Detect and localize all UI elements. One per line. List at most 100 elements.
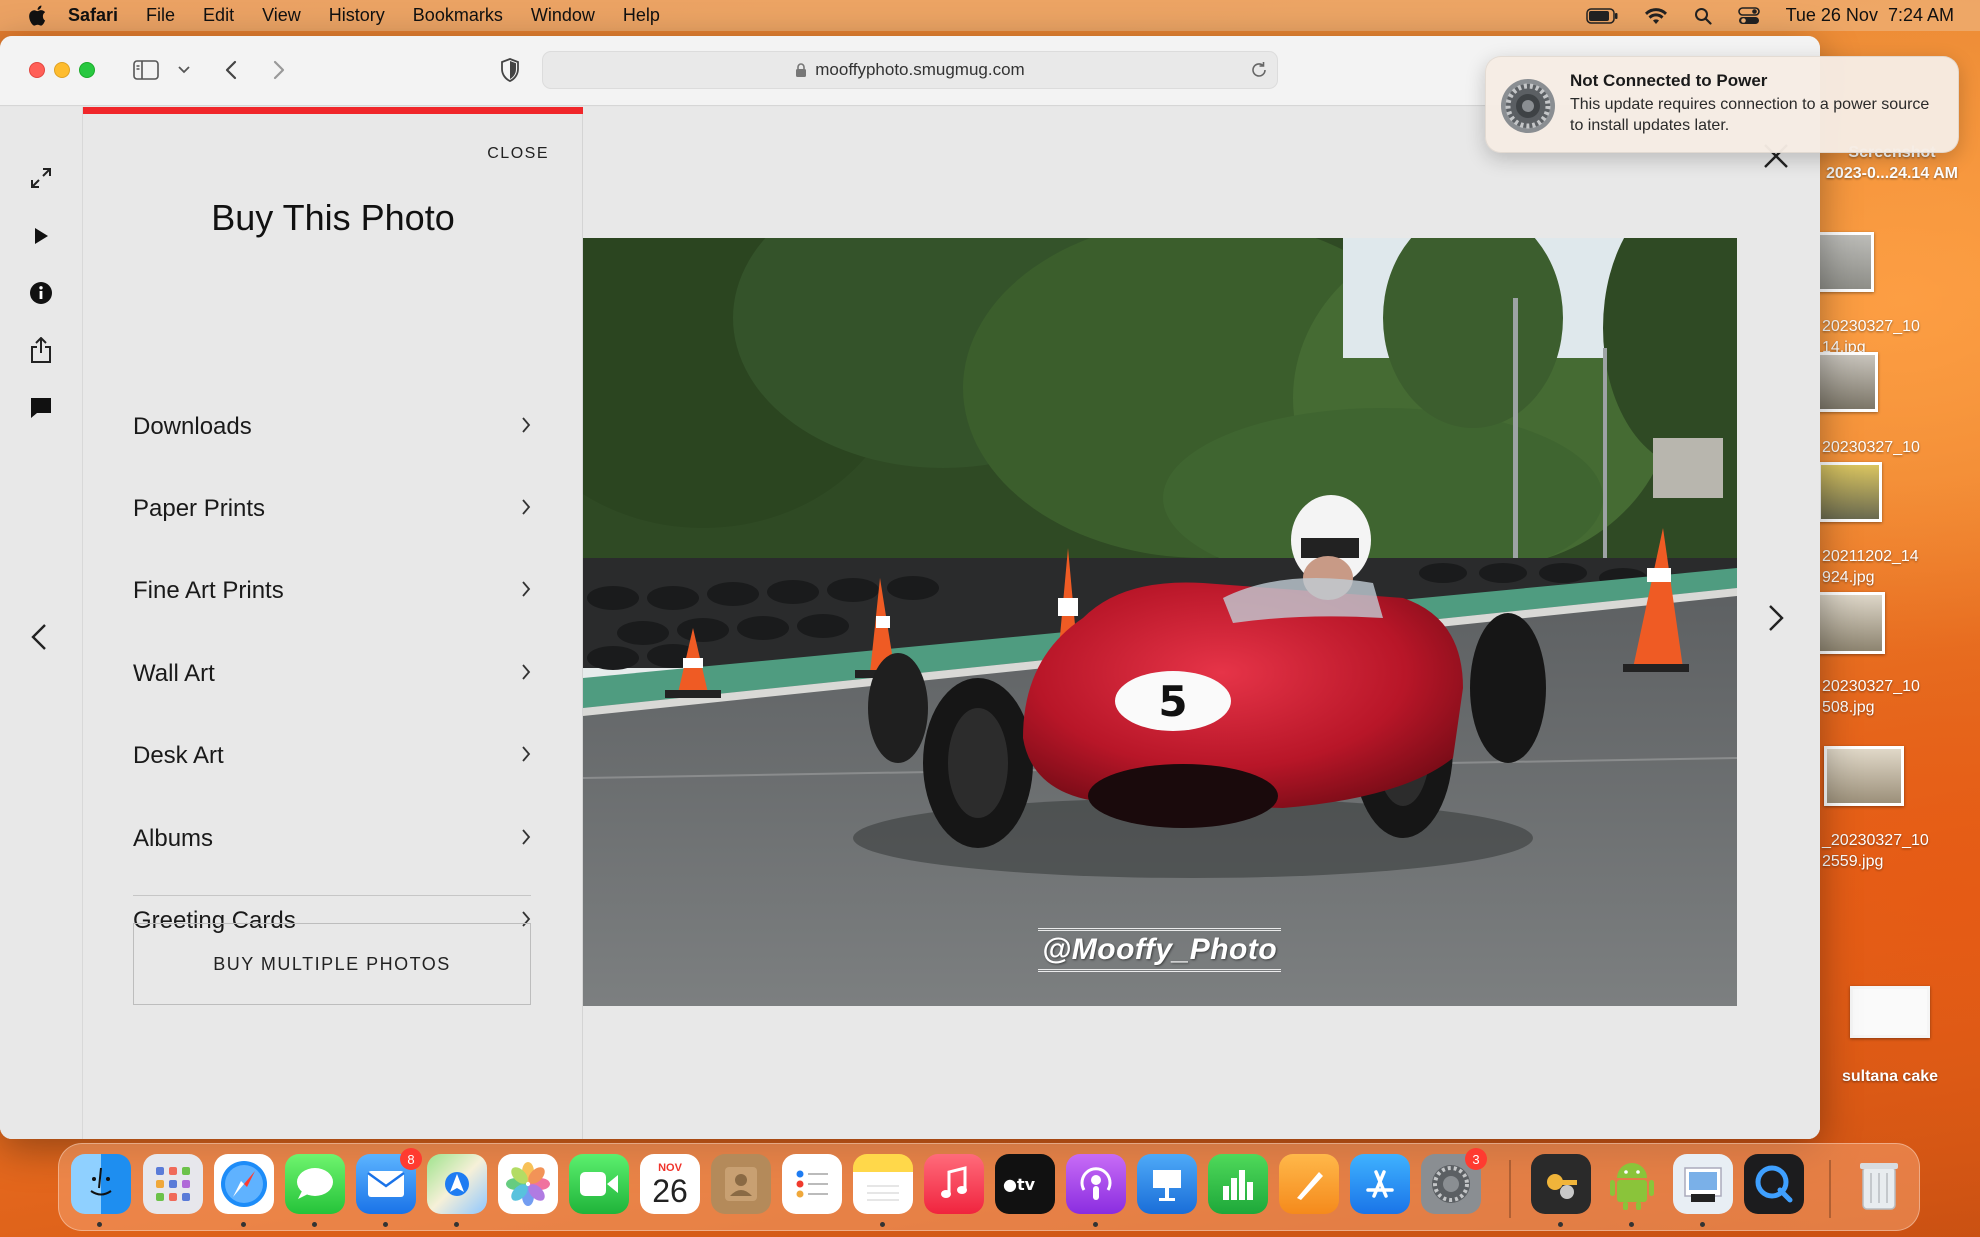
desktop-thumbnail[interactable]: [1812, 232, 1874, 292]
chevron-right-icon: [521, 498, 531, 521]
running-indicator: [1558, 1222, 1563, 1227]
maps-icon[interactable]: [427, 1154, 487, 1214]
desktop-item-label[interactable]: 20230327_10 508.jpg: [1822, 676, 1972, 718]
chevron-right-icon: [521, 828, 531, 851]
window-minimize-button[interactable]: [54, 62, 70, 78]
sidebar-toggle-icon[interactable]: [132, 58, 160, 82]
menu-history[interactable]: History: [329, 5, 385, 26]
window-zoom-button[interactable]: [79, 62, 95, 78]
option-label: Albums: [133, 825, 214, 852]
music-icon[interactable]: [924, 1154, 984, 1214]
calendar-day: 26: [652, 1173, 688, 1209]
photo-image: 5: [583, 238, 1737, 1006]
mail-icon[interactable]: 8: [356, 1148, 422, 1214]
desktop-item-label[interactable]: _20230327_10 2559.jpg: [1822, 830, 1972, 872]
info-icon[interactable]: [26, 278, 56, 308]
battery-icon[interactable]: [1585, 7, 1618, 24]
menu-datetime[interactable]: Tue 26 Nov 7:24 AM: [1786, 5, 1954, 26]
keychain-access-icon[interactable]: [1531, 1154, 1591, 1214]
menu-view[interactable]: View: [262, 5, 301, 26]
dock: 8 NOV 26 ●tv 3: [58, 1143, 1920, 1231]
option-downloads[interactable]: Downloads: [133, 407, 531, 447]
preview-icon[interactable]: [1673, 1154, 1733, 1214]
menu-help[interactable]: Help: [623, 5, 660, 26]
running-indicator: [312, 1222, 317, 1227]
desktop-thumbnail[interactable]: [1815, 592, 1885, 654]
running-indicator: [241, 1222, 246, 1227]
desktop-item-label[interactable]: sultana cake: [1810, 1066, 1970, 1087]
safari-icon[interactable]: [214, 1154, 274, 1214]
spotlight-search-icon[interactable]: [1694, 7, 1712, 25]
messages-icon[interactable]: [285, 1154, 345, 1214]
chevron-right-icon: [521, 416, 531, 439]
notification-body: This update requires connection to a pow…: [1570, 96, 1930, 134]
comments-icon[interactable]: [26, 393, 56, 423]
option-wall-art[interactable]: Wall Art: [133, 654, 531, 694]
trash-icon[interactable]: [1849, 1154, 1909, 1214]
control-center-icon[interactable]: [1737, 6, 1760, 25]
buy-multiple-photos-button[interactable]: BUY MULTIPLE PHOTOS: [133, 923, 531, 1005]
desktop-item-label[interactable]: 20211202_14 924.jpg: [1822, 546, 1972, 588]
back-icon[interactable]: [220, 56, 242, 84]
contacts-icon[interactable]: [711, 1154, 771, 1214]
safari-window: mooffyphoto.smugmug.com CLOSE Buy This P…: [0, 36, 1820, 1139]
dock-separator: [1829, 1160, 1831, 1218]
menu-file[interactable]: File: [146, 5, 175, 26]
option-fine-art-prints[interactable]: Fine Art Prints: [133, 571, 531, 611]
share-icon[interactable]: [26, 335, 56, 365]
running-indicator: [1700, 1222, 1705, 1227]
chevron-down-icon[interactable]: [176, 62, 192, 78]
apple-tv-icon[interactable]: ●tv: [995, 1154, 1055, 1214]
panel-accent-bar: [83, 107, 583, 114]
desktop-thumbnail[interactable]: [1824, 746, 1904, 806]
menu-app-name[interactable]: Safari: [68, 5, 118, 26]
desktop-thumbnail[interactable]: [1818, 462, 1882, 522]
option-paper-prints[interactable]: Paper Prints: [133, 489, 531, 529]
menu-edit[interactable]: Edit: [203, 5, 234, 26]
slideshow-play-icon[interactable]: [26, 221, 56, 251]
reminders-icon[interactable]: [782, 1154, 842, 1214]
wifi-icon[interactable]: [1644, 7, 1668, 25]
close-button[interactable]: CLOSE: [487, 145, 549, 163]
desktop-thumbnail[interactable]: [1812, 352, 1878, 412]
fullscreen-icon[interactable]: [26, 163, 56, 193]
settings-badge: 3: [1465, 1148, 1487, 1170]
launchpad-icon[interactable]: [143, 1154, 203, 1214]
panel-divider: [133, 895, 531, 896]
race-car-photo[interactable]: 5 @Mooffy_Photo: [583, 238, 1737, 1006]
address-bar[interactable]: mooffyphoto.smugmug.com: [542, 51, 1278, 89]
finder-icon[interactable]: [71, 1154, 131, 1214]
next-photo-arrow-icon[interactable]: [1763, 601, 1789, 635]
option-label: Wall Art: [133, 660, 215, 687]
android-file-transfer-icon[interactable]: [1602, 1154, 1662, 1214]
reload-icon[interactable]: [1249, 60, 1269, 80]
privacy-shield-icon[interactable]: [498, 56, 522, 84]
system-settings-icon[interactable]: 3: [1421, 1148, 1487, 1214]
keynote-icon[interactable]: [1137, 1154, 1197, 1214]
notes-icon[interactable]: [853, 1154, 913, 1214]
forward-icon[interactable]: [268, 56, 290, 84]
desktop-thumbnail[interactable]: [1850, 986, 1930, 1038]
app-store-icon[interactable]: [1350, 1154, 1410, 1214]
numbers-icon[interactable]: [1208, 1154, 1268, 1214]
podcasts-icon[interactable]: [1066, 1154, 1126, 1214]
menu-window[interactable]: Window: [531, 5, 595, 26]
calendar-icon[interactable]: NOV 26: [640, 1154, 700, 1214]
web-page: CLOSE Buy This Photo Downloads Paper Pri…: [0, 107, 1820, 1139]
pages-icon[interactable]: [1279, 1154, 1339, 1214]
apple-menu-icon[interactable]: [26, 5, 48, 27]
chevron-right-icon: [521, 745, 531, 768]
running-indicator: [880, 1222, 885, 1227]
window-close-button[interactable]: [29, 62, 45, 78]
previous-photo-arrow-icon[interactable]: [24, 622, 54, 652]
option-desk-art[interactable]: Desk Art: [133, 736, 531, 776]
system-notification[interactable]: Not Connected to Power This update requi…: [1485, 56, 1959, 153]
quicktime-icon[interactable]: [1744, 1154, 1804, 1214]
menu-bookmarks[interactable]: Bookmarks: [413, 5, 503, 26]
running-indicator: [1093, 1222, 1098, 1227]
facetime-icon[interactable]: [569, 1154, 629, 1214]
photos-icon[interactable]: [498, 1154, 558, 1214]
option-albums[interactable]: Albums: [133, 819, 531, 859]
desktop-item-label[interactable]: 20230327_10: [1822, 437, 1972, 458]
running-indicator: [97, 1222, 102, 1227]
